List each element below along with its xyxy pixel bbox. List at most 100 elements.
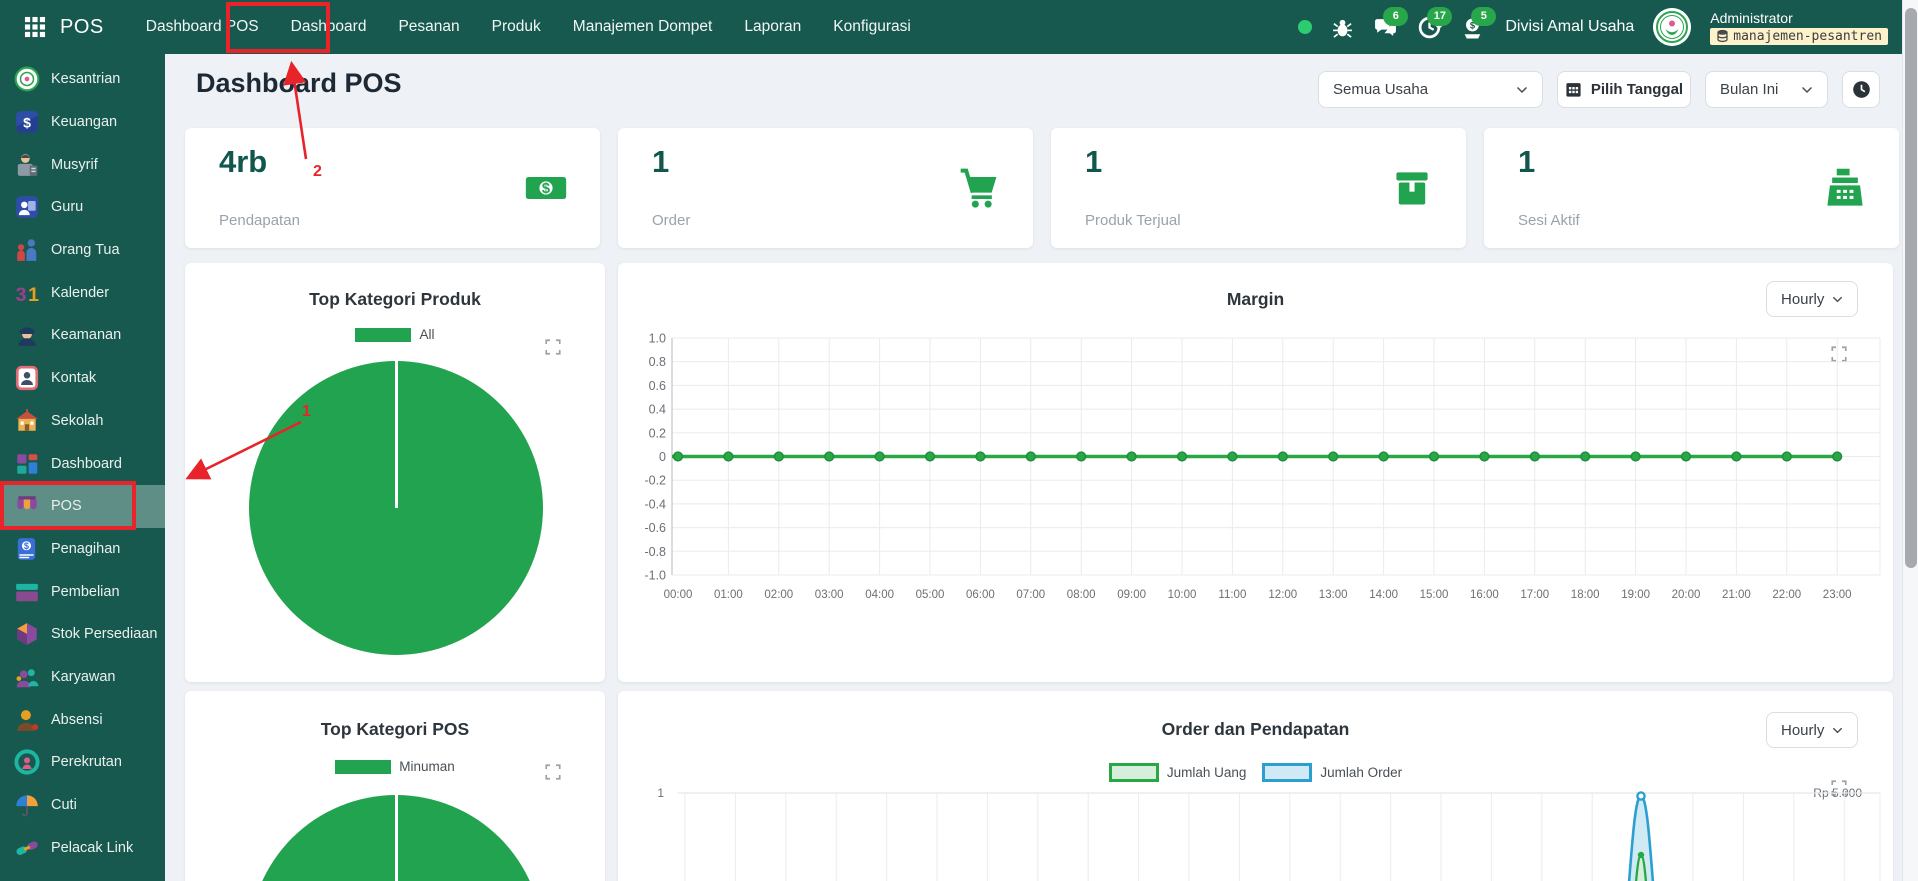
svg-text:18:00: 18:00 xyxy=(1571,589,1600,601)
sidebar-item-stok-persediaan[interactable]: Stok Persediaan xyxy=(0,613,165,656)
nav-item-konfigurasi[interactable]: Konfigurasi xyxy=(817,0,927,54)
margin-interval-select[interactable]: Hourly xyxy=(1766,281,1858,317)
package-icon xyxy=(1390,166,1434,210)
legend-label: Minuman xyxy=(399,759,455,774)
cuti-icon xyxy=(14,792,40,818)
period-select[interactable]: Bulan Ini xyxy=(1705,71,1828,108)
sidebar-item-label: Cuti xyxy=(51,797,77,813)
sidebar-menu: Kesantrian$KeuanganMusyrifGuruOrang Tua3… xyxy=(0,54,165,869)
sidebar-item-penagihan[interactable]: $Penagihan xyxy=(0,528,165,571)
pick-date-button[interactable]: Pilih Tanggal xyxy=(1557,71,1691,108)
sidebar-item-karyawan[interactable]: Karyawan xyxy=(0,656,165,699)
pelacak-link-icon xyxy=(14,835,40,861)
svg-text:03:00: 03:00 xyxy=(815,589,844,601)
top-kategori-produk-card: Top Kategori Produk All xyxy=(185,263,605,682)
guru-icon xyxy=(14,194,40,220)
svg-text:07:00: 07:00 xyxy=(1016,589,1045,601)
svg-text:0.8: 0.8 xyxy=(649,355,666,369)
sidebar-item-pelacak-link[interactable]: Pelacak Link xyxy=(0,826,165,869)
nav-item-pesanan[interactable]: Pesanan xyxy=(382,0,475,54)
sidebar-item-cuti[interactable]: Cuti xyxy=(0,784,165,827)
site-name: manajemen-pesantren xyxy=(1733,29,1882,44)
history-button[interactable]: 17 xyxy=(1417,15,1442,40)
top-kategori-pos-card: Top Kategori POS Minuman xyxy=(185,691,605,881)
sidebar-item-guru[interactable]: Guru xyxy=(0,186,165,229)
svg-text:1: 1 xyxy=(28,284,39,306)
fullscreen-icon[interactable] xyxy=(544,763,562,781)
legend-item[interactable]: Minuman xyxy=(335,759,455,774)
business-select[interactable]: Semua Usaha xyxy=(1318,71,1543,108)
svg-text:22:00: 22:00 xyxy=(1772,589,1801,601)
sidebar-item-pembelian[interactable]: Pembelian xyxy=(0,570,165,613)
pie-slice-gap xyxy=(395,795,398,881)
organization-logo-icon xyxy=(1653,8,1691,46)
svg-text:-0.4: -0.4 xyxy=(644,497,666,511)
svg-text:-0.6: -0.6 xyxy=(644,521,666,535)
stat-value: 1 xyxy=(1518,144,1535,180)
avatar[interactable] xyxy=(1653,8,1691,46)
margin-line-chart[interactable]: 1.00.80.60.40.20-0.2-0.4-0.6-0.8-1.000:0… xyxy=(630,330,1890,620)
nav-item-laporan[interactable]: Laporan xyxy=(728,0,817,54)
time-filter-button[interactable] xyxy=(1842,71,1880,108)
pie-slice-gap xyxy=(395,361,398,508)
sidebar-item-kalender[interactable]: 31Kalender xyxy=(0,271,165,314)
legend-swatch xyxy=(355,328,411,342)
legend-label: Jumlah Uang xyxy=(1167,765,1247,780)
nav-item-manajemen-dompet[interactable]: Manajemen Dompet xyxy=(557,0,729,54)
nav-item-dashboard-pos[interactable]: Dashboard POS xyxy=(130,0,275,54)
chart-legend: Minuman xyxy=(185,759,605,774)
sidebar-item-sekolah[interactable]: Sekolah xyxy=(0,400,165,443)
wallet-button[interactable]: $ 5 xyxy=(1461,15,1486,40)
svg-text:11:00: 11:00 xyxy=(1218,589,1246,601)
svg-text:10:00: 10:00 xyxy=(1168,589,1197,601)
sidebar-item-kontak[interactable]: Kontak xyxy=(0,357,165,400)
chat-count-badge: 6 xyxy=(1383,7,1408,26)
page-scrollbar[interactable] xyxy=(1902,0,1918,881)
nav-item-produk[interactable]: Produk xyxy=(476,0,557,54)
sidebar-item-label: Stok Persediaan xyxy=(51,626,157,642)
sidebar-item-label: Dashboard xyxy=(51,456,122,472)
sidebar-item-perekrutan[interactable]: Perekrutan xyxy=(0,741,165,784)
svg-text:20:00: 20:00 xyxy=(1672,589,1701,601)
sidebar-item-label: Keamanan xyxy=(51,327,121,343)
stats-row: 4rbPendapatan$1Order1Produk Terjual1Sesi… xyxy=(185,128,1899,248)
sekolah-icon xyxy=(14,408,40,434)
sidebar-item-pos[interactable]: POS xyxy=(0,485,165,528)
dashboard-icon xyxy=(14,451,40,477)
kalender-icon: 31 xyxy=(14,280,40,306)
pembelian-icon xyxy=(14,579,40,605)
top-navbar: POS Dashboard POSDashboardPesananProdukM… xyxy=(0,0,1918,54)
chat-button[interactable]: 6 xyxy=(1373,15,1398,40)
order-interval-select[interactable]: Hourly xyxy=(1766,712,1858,748)
sidebar-item-dashboard[interactable]: Dashboard xyxy=(0,442,165,485)
user-name: Administrator xyxy=(1710,10,1888,26)
sidebar-item-orang-tua[interactable]: Orang Tua xyxy=(0,229,165,272)
order-area-chart[interactable] xyxy=(630,780,1890,881)
fullscreen-icon[interactable] xyxy=(544,338,562,356)
report-bug-button[interactable] xyxy=(1331,16,1354,39)
sidebar-item-musyrif[interactable]: Musyrif xyxy=(0,143,165,186)
stat-value: 1 xyxy=(1085,144,1102,180)
nav-item-dashboard[interactable]: Dashboard xyxy=(275,0,383,54)
produk-pie-chart[interactable] xyxy=(249,361,543,655)
chart-title: Top Kategori Produk xyxy=(185,289,605,310)
svg-text:13:00: 13:00 xyxy=(1319,589,1348,601)
user-menu[interactable]: Administrator manajemen-pesantren xyxy=(1710,10,1888,45)
svg-text:$: $ xyxy=(24,541,29,551)
sidebar-item-label: POS xyxy=(51,498,82,514)
division-label[interactable]: Divisi Amal Usaha xyxy=(1505,18,1634,36)
sidebar-item-keamanan[interactable]: Keamanan xyxy=(0,314,165,357)
sidebar-item-keuangan[interactable]: $Keuangan xyxy=(0,101,165,144)
sidebar-item-kesantrian[interactable]: Kesantrian xyxy=(0,58,165,101)
svg-text:21:00: 21:00 xyxy=(1722,589,1751,601)
svg-text:02:00: 02:00 xyxy=(764,589,793,601)
legend-item[interactable]: All xyxy=(355,327,434,342)
stat-card-sesi-aktif: 1Sesi Aktif xyxy=(1484,128,1899,248)
legend-label: Jumlah Order xyxy=(1320,765,1402,780)
app-grid-icon[interactable] xyxy=(24,16,46,38)
sidebar-item-label: Pelacak Link xyxy=(51,840,133,856)
interval-value: Hourly xyxy=(1781,291,1824,308)
scrollbar-thumb[interactable] xyxy=(1905,8,1917,568)
pos-pie-chart[interactable] xyxy=(249,795,543,881)
sidebar-item-absensi[interactable]: Absensi xyxy=(0,698,165,741)
